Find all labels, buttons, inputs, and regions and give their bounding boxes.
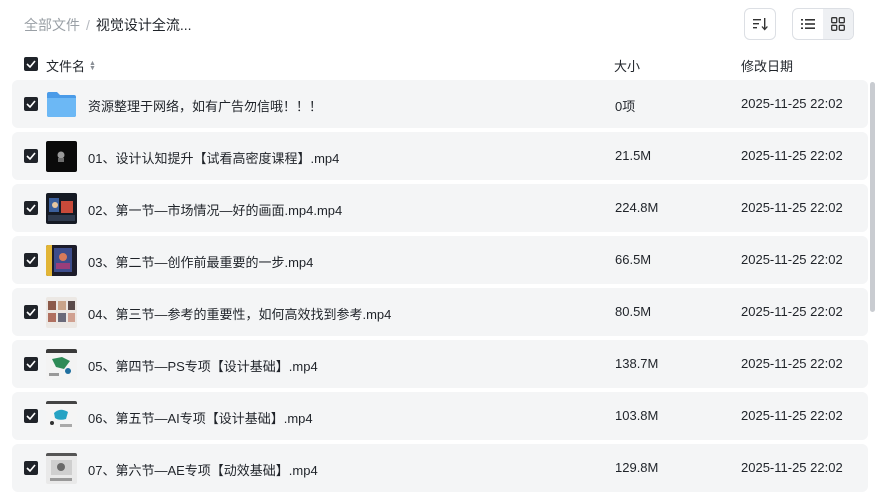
file-size: 0项	[615, 99, 636, 114]
file-row[interactable]: 资源整理于网络，如有广告勿信哦！！！ 0项 2025-11-25 22:02	[12, 80, 868, 128]
list-view-icon	[801, 19, 815, 29]
file-date: 2025-11-25 22:02	[741, 460, 843, 475]
check-icon	[26, 204, 36, 212]
column-header-size: 大小	[614, 59, 641, 74]
video-thumbnail	[46, 297, 77, 328]
breadcrumb-current: 视觉设计全流...	[95, 17, 192, 33]
select-all-checkbox[interactable]	[24, 57, 38, 71]
file-size: 103.8M	[615, 408, 659, 423]
file-size: 138.7M	[615, 356, 659, 371]
video-thumbnail	[46, 193, 77, 224]
breadcrumb: 全部文件 / 视觉设计全流...	[24, 15, 192, 35]
row-checkbox[interactable]	[24, 97, 38, 111]
row-checkbox[interactable]	[24, 357, 38, 371]
file-row[interactable]: 05、第四节—PS专项【设计基础】.mp4 138.7M 2025-11-25 …	[12, 340, 868, 388]
sort-icon	[753, 18, 768, 31]
row-checkbox[interactable]	[24, 461, 38, 475]
check-icon	[26, 256, 36, 264]
column-header-date: 修改日期	[741, 59, 794, 74]
row-checkbox[interactable]	[24, 201, 38, 215]
table-header: 文件名 ▲ ▼ 大小 修改日期	[0, 50, 878, 78]
file-list: 资源整理于网络，如有广告勿信哦！！！ 0项 2025-11-25 22:02 0…	[12, 80, 868, 495]
file-row[interactable]: 06、第五节—AI专项【设计基础】.mp4 103.8M 2025-11-25 …	[12, 392, 868, 440]
sort-button[interactable]	[744, 8, 776, 40]
check-icon	[26, 360, 36, 368]
row-checkbox[interactable]	[24, 305, 38, 319]
grid-view-icon	[831, 17, 845, 31]
check-icon	[26, 464, 36, 472]
file-size: 66.5M	[615, 252, 652, 267]
file-name[interactable]: 04、第三节—参考的重要性，如何高效找到参考.mp4	[88, 304, 391, 323]
file-date: 2025-11-25 22:02	[741, 304, 843, 319]
file-name[interactable]: 05、第四节—PS专项【设计基础】.mp4	[88, 356, 318, 375]
file-size: 224.8M	[615, 200, 659, 215]
check-icon	[26, 100, 36, 108]
file-row[interactable]: 01、设计认知提升【试看高密度课程】.mp4 21.5M 2025-11-25 …	[12, 132, 868, 180]
row-checkbox[interactable]	[24, 409, 38, 423]
view-toggle	[792, 8, 854, 40]
video-thumbnail	[46, 349, 77, 380]
video-thumbnail	[46, 245, 77, 276]
column-header-name-label: 文件名	[46, 59, 86, 74]
file-row[interactable]: 03、第二节—创作前最重要的一步.mp4 66.5M 2025-11-25 22…	[12, 236, 868, 284]
check-icon	[26, 60, 36, 68]
sort-toggle-icon: ▲ ▼	[89, 59, 96, 72]
top-bar: 全部文件 / 视觉设计全流...	[0, 0, 878, 48]
file-name[interactable]: 02、第一节—市场情况—好的画面.mp4.mp4	[88, 200, 342, 219]
file-date: 2025-11-25 22:02	[741, 408, 843, 423]
check-icon	[26, 152, 36, 160]
file-date: 2025-11-25 22:02	[741, 148, 843, 163]
check-icon	[26, 308, 36, 316]
row-checkbox[interactable]	[24, 149, 38, 163]
folder-icon	[46, 89, 77, 120]
file-name[interactable]: 01、设计认知提升【试看高密度课程】.mp4	[88, 148, 339, 167]
file-date: 2025-11-25 22:02	[741, 200, 843, 215]
video-thumbnail	[46, 141, 77, 172]
row-checkbox[interactable]	[24, 253, 38, 267]
file-name[interactable]: 03、第二节—创作前最重要的一步.mp4	[88, 252, 313, 271]
file-row[interactable]: 04、第三节—参考的重要性，如何高效找到参考.mp4 80.5M 2025-11…	[12, 288, 868, 336]
file-size: 21.5M	[615, 148, 652, 163]
file-size: 80.5M	[615, 304, 652, 319]
check-icon	[26, 412, 36, 420]
grid-view-button[interactable]	[823, 9, 853, 39]
breadcrumb-separator: /	[86, 17, 90, 33]
file-date: 2025-11-25 22:02	[741, 356, 843, 371]
list-view-button[interactable]	[793, 9, 823, 39]
file-row[interactable]: 02、第一节—市场情况—好的画面.mp4.mp4 224.8M 2025-11-…	[12, 184, 868, 232]
breadcrumb-root-link[interactable]: 全部文件	[24, 15, 80, 35]
video-thumbnail	[46, 453, 77, 484]
file-name[interactable]: 06、第五节—AI专项【设计基础】.mp4	[88, 408, 313, 427]
column-header-name[interactable]: 文件名 ▲ ▼	[46, 56, 96, 75]
file-name[interactable]: 07、第六节—AE专项【动效基础】.mp4	[88, 460, 318, 479]
file-size: 129.8M	[615, 460, 659, 475]
file-date: 2025-11-25 22:02	[741, 96, 843, 111]
file-name[interactable]: 资源整理于网络，如有广告勿信哦！！！	[88, 96, 322, 115]
vertical-scrollbar[interactable]	[870, 82, 875, 312]
file-row[interactable]: 07、第六节—AE专项【动效基础】.mp4 129.8M 2025-11-25 …	[12, 444, 868, 492]
file-date: 2025-11-25 22:02	[741, 252, 843, 267]
video-thumbnail	[46, 401, 77, 432]
